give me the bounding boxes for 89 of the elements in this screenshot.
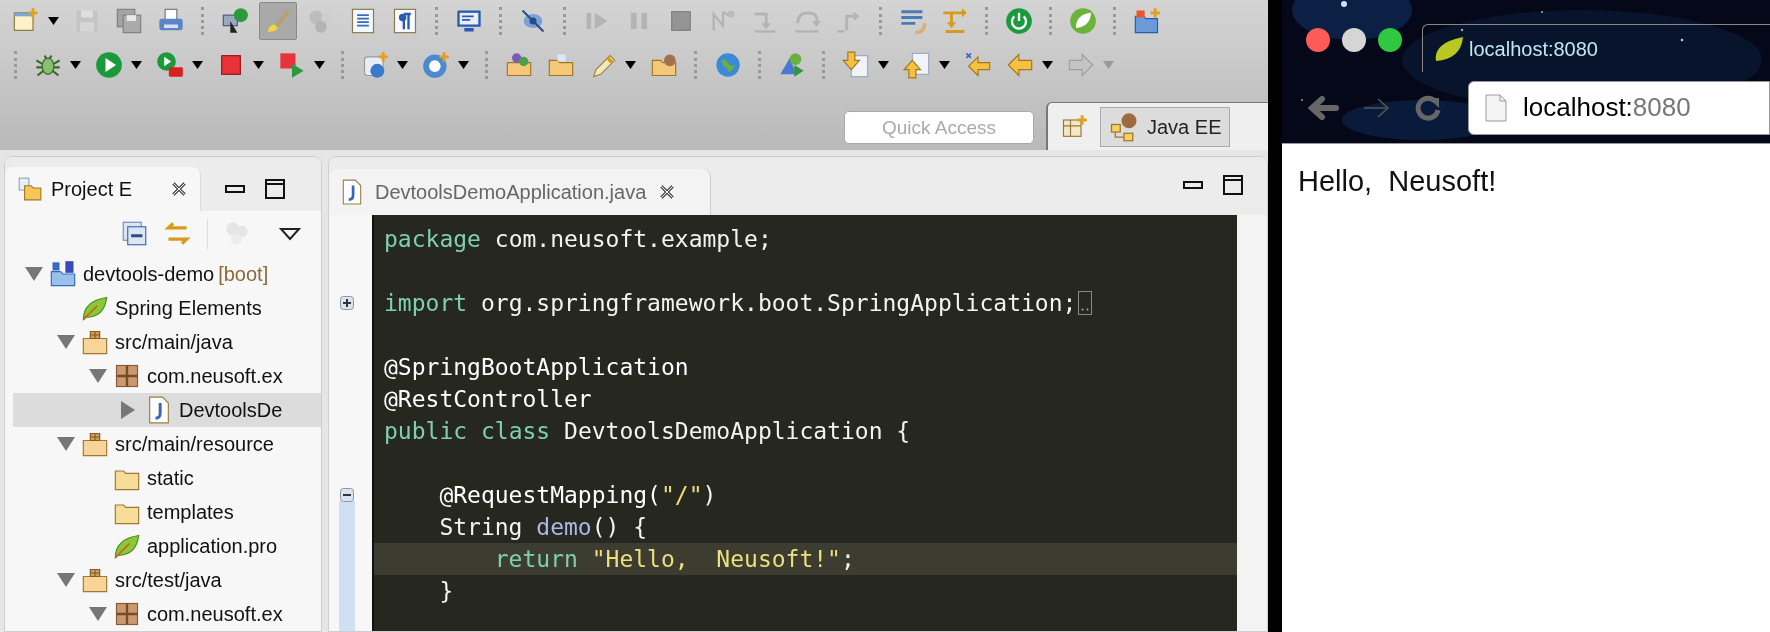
tree-item-label: application.pro	[147, 534, 278, 559]
tree-item-tag: [boot]	[218, 259, 269, 289]
code-line: String demo() {	[438, 512, 648, 542]
code-line: package com.neusoft.example;	[383, 224, 772, 254]
perspective-icon	[1109, 111, 1139, 142]
tree-item[interactable]: src/main/resource	[13, 427, 321, 461]
package-icon	[113, 600, 141, 628]
minimize-icon[interactable]	[1183, 181, 1203, 189]
caret-icon[interactable]	[253, 61, 264, 69]
browser-tab[interactable]: localhost:8080	[1422, 24, 1770, 72]
reload-icon[interactable]	[1414, 93, 1442, 122]
caret-icon[interactable]	[131, 61, 142, 69]
source-folder-icon	[81, 328, 109, 356]
code-line: public class DevtoolsDemoApplication {	[383, 416, 911, 446]
leaf-icon	[1433, 34, 1465, 63]
expand-icon[interactable]	[340, 296, 354, 310]
expanded-arrow-icon[interactable]	[57, 437, 75, 451]
caret-icon[interactable]	[48, 17, 59, 25]
url-text: localhost:8080	[1523, 91, 1691, 124]
code-line: return "Hello, Neusoft!";	[493, 544, 855, 574]
back-icon[interactable]	[1306, 94, 1340, 121]
caret-icon[interactable]	[458, 61, 469, 69]
tree-item[interactable]: src/main/java	[13, 325, 321, 359]
editor-tab-title: DevtoolsDemoApplication.java	[375, 180, 647, 205]
link-icon[interactable]	[164, 220, 191, 248]
expanded-arrow-icon[interactable]	[57, 573, 75, 587]
tree-item[interactable]: src/test/java	[13, 563, 321, 597]
tree-item[interactable]: com.neusoft.ex	[13, 359, 321, 393]
tree-item-label: DevtoolsDe	[179, 398, 283, 423]
editor-tab[interactable]: DevtoolsDemoApplication.java	[329, 169, 711, 215]
tree-item[interactable]: application.pro	[13, 529, 321, 563]
maximize-icon[interactable]	[265, 178, 285, 199]
expanded-arrow-icon[interactable]	[25, 267, 43, 281]
minimize-icon[interactable]	[225, 184, 245, 193]
view-tab[interactable]: Project E	[5, 166, 201, 211]
tree-item[interactable]: Spring Elements	[13, 291, 321, 325]
caret-icon[interactable]	[192, 61, 203, 69]
expanded-arrow-icon[interactable]	[57, 335, 75, 349]
code-line: }	[438, 576, 454, 606]
browser-tab-title: localhost:8080	[1469, 36, 1598, 62]
code-line: @RequestMapping("/")	[438, 480, 717, 510]
tree-item-label: devtools-demo	[83, 262, 215, 287]
code-line: @SpringBootApplication	[383, 352, 689, 382]
brush-icon[interactable]	[259, 2, 297, 40]
caret-icon[interactable]	[314, 61, 325, 69]
expanded-arrow-icon[interactable]	[89, 607, 107, 621]
perspective-button[interactable]: Java EE	[1100, 106, 1231, 147]
tree-item[interactable]: com.neusoft.ex	[13, 597, 321, 631]
folded-code-icon[interactable]	[1078, 291, 1093, 315]
source-folder-icon	[81, 566, 109, 594]
tree-item-label: static	[147, 466, 194, 491]
page-icon	[1485, 93, 1507, 122]
collapse-all-icon[interactable]	[121, 220, 148, 248]
caret-icon[interactable]	[878, 61, 889, 69]
tree-item[interactable]: static	[13, 461, 321, 495]
caret-icon[interactable]	[1042, 61, 1053, 69]
view-tab-title: Project E	[51, 176, 133, 202]
page-text: Hello, Neusoft!	[1298, 164, 1498, 199]
code-line: @RestController	[383, 384, 592, 414]
tree-item-label: src/main/resource	[115, 432, 274, 457]
quick-access-field[interactable]: Quick Access	[844, 111, 1034, 144]
code-line: import org.springframework.boot.SpringApplication;	[383, 288, 1077, 318]
caret-icon[interactable]	[939, 61, 950, 69]
leaf-icon	[113, 532, 141, 560]
tree-item[interactable]: devtools-demo [boot]	[13, 257, 321, 291]
project-icon	[49, 260, 77, 288]
close-icon[interactable]	[658, 183, 677, 201]
tree-item[interactable]: DevtoolsDe	[13, 393, 321, 427]
maximize-icon[interactable]	[1223, 175, 1243, 195]
expanded-arrow-icon[interactable]	[89, 369, 107, 383]
folder-icon	[17, 175, 43, 202]
tree-item-label: src/test/java	[115, 568, 222, 593]
close-icon[interactable]	[170, 179, 188, 198]
tree-item-label: templates	[147, 500, 234, 525]
tree-item-label: com.neusoft.ex	[147, 602, 283, 627]
source-folder-icon	[81, 430, 109, 458]
collapse-icon[interactable]	[340, 488, 354, 502]
tree-item-label: src/main/java	[115, 330, 233, 355]
java-file-icon	[341, 179, 363, 205]
caret-icon[interactable]	[625, 61, 636, 69]
caret-icon[interactable]	[70, 61, 81, 69]
view-menu-icon[interactable]	[279, 226, 301, 241]
tree-item-label: Spring Elements	[115, 296, 262, 321]
tree-item-label: com.neusoft.ex	[147, 364, 283, 389]
address-bar[interactable]: localhost:8080	[1468, 80, 1770, 135]
caret-icon[interactable]	[397, 61, 408, 69]
leaf-icon	[81, 294, 109, 322]
package-icon	[113, 362, 141, 390]
tree-item[interactable]: templates	[13, 495, 321, 529]
